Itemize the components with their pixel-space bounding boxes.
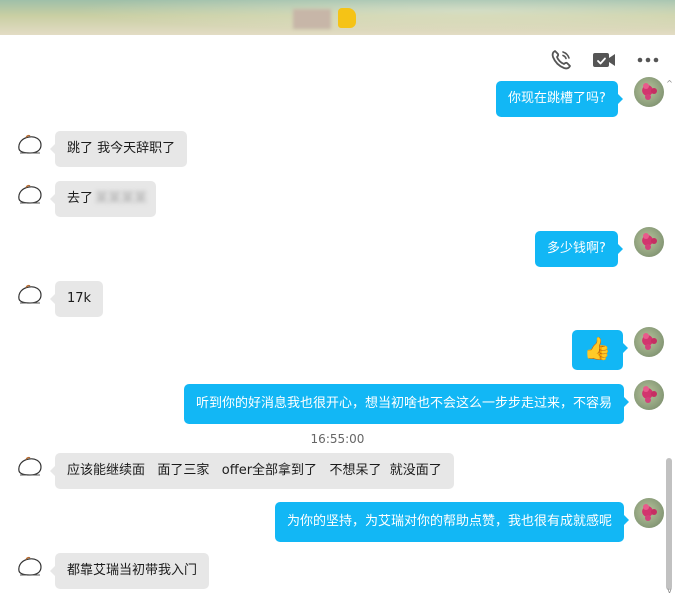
contact-avatar-graphic	[18, 134, 42, 154]
my-avatar[interactable]	[634, 498, 664, 528]
message-outgoing[interactable]: 为你的坚持，为艾瑞对你的帮助点赞，我也很有成就感呢	[275, 502, 630, 542]
message-outgoing[interactable]: 多少钱啊?	[535, 231, 623, 267]
contact-avatar-graphic	[18, 284, 42, 304]
my-avatar[interactable]	[634, 77, 664, 107]
my-avatar[interactable]	[634, 227, 664, 257]
contact-avatar[interactable]	[17, 456, 43, 478]
message-list[interactable]: 你现在跳槽了吗? 跳了 我今天辞职了 去了 某某某某 多少钱啊? 17k 👍 听到…	[0, 0, 675, 598]
message-incoming[interactable]: 17k	[49, 281, 104, 317]
scrollbar[interactable]: ^ v	[664, 80, 675, 598]
contact-avatar[interactable]	[17, 284, 43, 306]
my-avatar[interactable]	[634, 327, 664, 357]
contact-avatar-graphic	[18, 556, 42, 576]
scroll-thumb[interactable]	[666, 458, 672, 590]
thumbs-up-icon: 👍	[583, 337, 612, 362]
message-incoming[interactable]: 都靠艾瑞当初带我入门	[49, 553, 210, 589]
message-outgoing-emoji[interactable]: 👍	[572, 330, 628, 370]
message-outgoing[interactable]: 你现在跳槽了吗?	[496, 81, 623, 117]
my-avatar[interactable]	[634, 380, 664, 410]
contact-avatar[interactable]	[17, 184, 43, 206]
scroll-down-arrow-icon[interactable]: v	[665, 587, 674, 595]
contact-avatar-graphic	[18, 184, 42, 204]
contact-avatar[interactable]	[17, 134, 43, 156]
message-incoming[interactable]: 去了 某某某某	[50, 181, 156, 217]
message-incoming[interactable]: 跳了 我今天辞职了	[49, 131, 188, 167]
message-text: 去了	[67, 191, 94, 206]
contact-avatar[interactable]	[17, 556, 43, 578]
scroll-up-arrow-icon[interactable]: ^	[665, 80, 674, 88]
contact-avatar-graphic	[18, 456, 42, 476]
message-timestamp: 16:55:00	[310, 432, 365, 446]
message-outgoing[interactable]: 听到你的好消息我也很开心，想当初啥也不会这么一步步走过来，不容易	[184, 384, 630, 424]
redacted-text: 某某某某	[95, 191, 148, 206]
message-incoming[interactable]: 应该能继续面 面了三家 offer全部拿到了 不想呆了 就没面了	[50, 453, 454, 489]
